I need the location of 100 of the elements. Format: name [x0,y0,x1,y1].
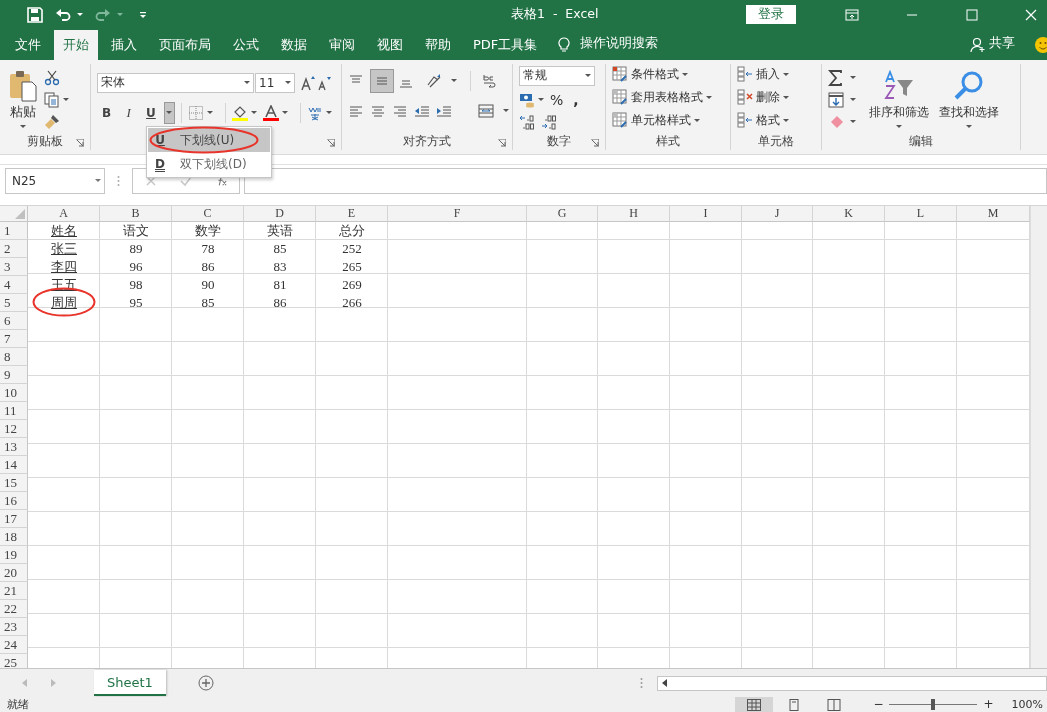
cells-menu-button[interactable]: 删除 [756,88,780,106]
cells-icon[interactable] [737,66,753,83]
caret-icon[interactable] [783,118,789,122]
caret-icon[interactable] [63,98,69,102]
scroll-left-icon[interactable] [662,679,668,688]
caret-icon[interactable] [207,111,214,115]
clipboard-icon[interactable] [9,69,37,102]
font-style-button[interactable]: I [119,102,139,123]
comma-style-button[interactable]: , [573,91,579,108]
orientation-icon[interactable] [426,72,442,89]
column-header[interactable]: H [598,205,670,222]
column-header[interactable]: E [316,205,388,222]
font-style-button[interactable]: B [97,102,117,123]
autosum-icon[interactable] [828,69,844,86]
sort-filter-button[interactable]: 排序和筛选 [869,103,929,121]
styles-menu-button[interactable]: 条件格式 [631,65,679,83]
tell-me-search[interactable]: 操作说明搜索 [580,33,659,52]
maximize-icon[interactable] [965,8,979,21]
cells-icon[interactable] [737,89,753,106]
caret-icon[interactable] [251,111,257,115]
caret-icon[interactable] [783,95,789,99]
caret-icon[interactable] [694,118,700,122]
caret-icon[interactable] [850,76,856,80]
sheet-tab[interactable]: Sheet1 [94,670,166,697]
dialog-launcher-icon[interactable] [76,138,84,147]
cells-menu-button[interactable]: 插入 [756,65,780,83]
table-style-icon[interactable] [612,66,628,83]
table-style-icon[interactable] [612,112,628,129]
ribbon-tab[interactable]: 插入 [102,29,146,60]
share-button[interactable]: 共享 [989,33,1015,52]
caret-icon[interactable] [706,95,712,99]
table-style-icon[interactable] [612,89,628,106]
column-header[interactable]: I [670,205,742,222]
ribbon-tab[interactable]: 数据 [272,29,316,60]
cells-menu-button[interactable]: 格式 [756,111,780,129]
format-painter-icon[interactable] [44,113,60,130]
number-format-dropdown[interactable]: 常规 [519,65,595,86]
copy-icon[interactable] [44,91,60,108]
column-header[interactable]: A [28,205,100,222]
underline-dropdown-button[interactable] [163,101,176,124]
zoom-slider-thumb[interactable] [931,699,936,711]
dialog-launcher-icon[interactable] [591,138,599,147]
ribbon-tab[interactable]: 审阅 [320,29,364,60]
font-name-dropdown[interactable]: 宋体 [97,72,254,93]
ribbon-display-icon[interactable] [845,8,859,21]
column-header[interactable]: J [742,205,813,222]
wrap-text-icon[interactable] [481,72,497,89]
caret-icon[interactable] [77,13,83,17]
decrease-decimal-icon[interactable] [541,113,557,130]
ribbon-tab[interactable]: 页面布局 [150,29,220,60]
scissors-icon[interactable] [44,69,60,86]
undo-icon[interactable] [55,6,71,23]
caret-icon[interactable] [20,124,26,128]
paste-button[interactable]: 粘贴 [10,103,36,121]
login-button[interactable]: 登录 [746,5,796,25]
caret-icon[interactable] [282,111,288,115]
font-size-dropdown[interactable]: 11 [255,72,295,93]
ribbon-tab[interactable]: PDF工具集 [464,29,547,60]
caret-icon[interactable] [682,72,688,76]
caret-icon[interactable] [538,98,544,102]
shrink-font-icon[interactable] [317,74,333,91]
ribbon-tab[interactable]: 公式 [224,29,268,60]
grow-font-icon[interactable] [301,74,317,91]
formula-input[interactable] [244,167,1047,194]
add-sheet-icon[interactable] [197,675,214,692]
smiley-icon[interactable] [1035,36,1047,53]
font-style-button[interactable]: U [141,102,161,123]
menu-item[interactable]: U 下划线(U) [148,128,270,152]
ribbon-tab[interactable]: 帮助 [416,29,460,60]
caret-icon[interactable] [850,120,856,124]
percent-button[interactable]: % [550,91,564,108]
column-header[interactable]: D [244,205,316,222]
customize-icon[interactable] [139,10,147,19]
styles-menu-button[interactable]: 单元格样式 [631,111,691,129]
caret-icon[interactable] [451,79,457,83]
caret-icon[interactable] [966,124,972,128]
column-header[interactable]: M [957,205,1030,222]
font-color-icon[interactable] [263,104,279,121]
vertical-scrollbar[interactable] [1030,205,1047,669]
redo-icon[interactable] [95,6,111,23]
caret-icon[interactable] [850,98,856,102]
merge-cells-icon[interactable] [478,102,494,119]
zoom-out-button[interactable]: − [873,697,884,712]
ribbon-tab[interactable]: 开始 [54,29,98,60]
column-header[interactable]: K [813,205,885,222]
caret-icon[interactable] [783,72,789,76]
column-header[interactable]: F [388,205,527,222]
name-box[interactable]: N25 [5,167,105,194]
currency-icon[interactable] [519,91,535,108]
fill-down-icon[interactable] [828,91,844,108]
menu-item[interactable]: D 双下划线(D) [148,152,270,176]
middle-align-button[interactable] [370,68,394,93]
lightbulb-icon[interactable] [558,36,571,53]
caret-icon[interactable] [325,111,332,115]
zoom-in-button[interactable]: + [983,697,994,712]
normal-view-button[interactable] [735,697,774,712]
horizontal-scrollbar[interactable] [657,675,1047,691]
increase-decimal-icon[interactable] [519,113,535,130]
column-header[interactable]: C [172,205,244,222]
search-icon[interactable] [953,69,985,102]
